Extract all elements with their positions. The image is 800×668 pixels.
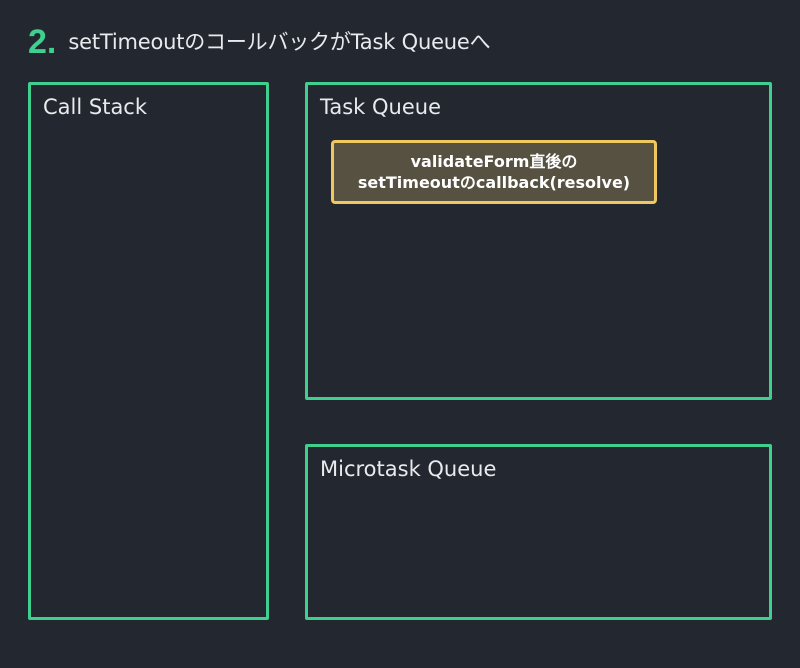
step-number: 2. (28, 23, 57, 61)
step-header: 2. setTimeoutのコールバックがTask Queueへ (28, 23, 491, 61)
call-stack-title: Call Stack (43, 95, 148, 119)
microtask-queue-panel: Microtask Queue (305, 444, 772, 620)
task-item-line-1: validateForm直後の (410, 152, 578, 171)
task-item-line-2: setTimeoutのcallback(resolve) (357, 173, 631, 192)
call-stack-panel: Call Stack (28, 82, 269, 620)
microtask-queue-title: Microtask Queue (320, 457, 497, 481)
task-queue-title: Task Queue (320, 95, 441, 119)
task-queue-item: validateForm直後の setTimeoutのcallback(reso… (331, 140, 657, 204)
step-title: setTimeoutのコールバックがTask Queueへ (68, 30, 491, 54)
task-queue-panel: Task Queue (305, 82, 772, 400)
